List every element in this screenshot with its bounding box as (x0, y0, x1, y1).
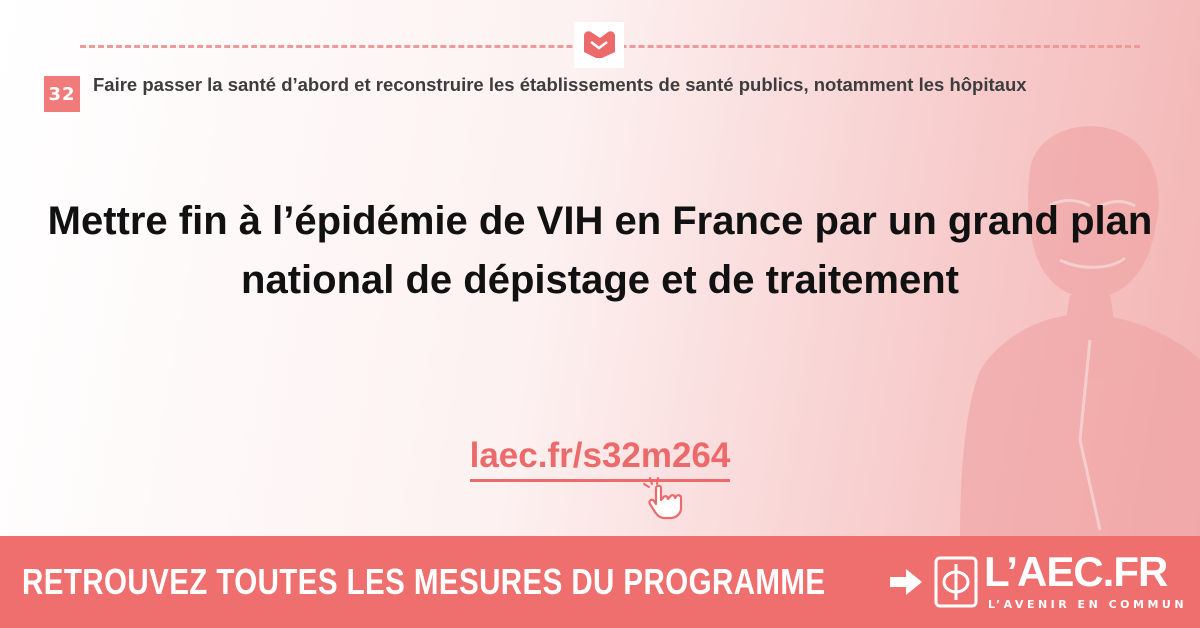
section-title: Faire passer la santé d’abord et reconst… (93, 74, 1027, 95)
logo-wordmark: L’AEC.FR (984, 548, 1168, 595)
logo-tagline: L’AVENIR EN COMMUN (988, 598, 1188, 611)
cta-text[interactable]: RETROUVEZ TOUTES LES MESURES DU PROGRAMM… (22, 561, 826, 603)
arrow-right-icon (890, 569, 922, 595)
measure-link[interactable]: laec.fr/s32m264 (469, 436, 731, 482)
pointer-hand-icon (643, 477, 683, 520)
handshake-icon (574, 22, 624, 68)
bottom-cta-banner[interactable]: RETROUVEZ TOUTES LES MESURES DU PROGRAMM… (0, 536, 1200, 628)
measure-number-badge: 32 (44, 76, 80, 112)
measure-link-container: laec.fr/s32m264 (0, 436, 1200, 482)
phi-logo-icon (934, 556, 978, 608)
measure-title: Mettre fin à l’épidémie de VIH en France… (47, 199, 1153, 302)
